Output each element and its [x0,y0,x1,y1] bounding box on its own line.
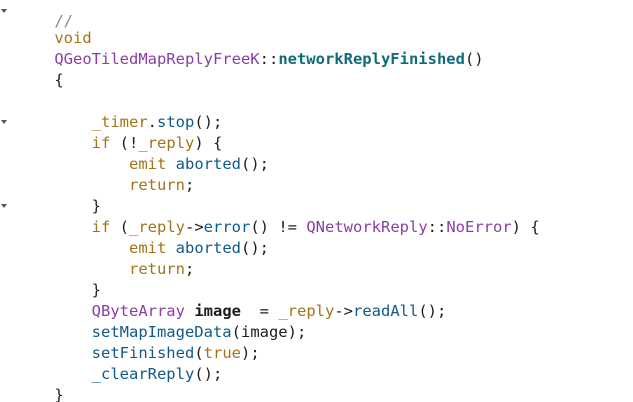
punctuation-token: ) { [511,218,540,236]
code-line[interactable]: _clearReply(); [17,343,223,383]
code-line[interactable]: setMapImageData(image); [17,301,307,341]
code-line[interactable]: emit aborted(); [17,217,269,257]
keyword-token: return [128,260,185,278]
code-line[interactable]: void [17,7,91,47]
code-line[interactable]: return; [17,154,194,194]
code-line[interactable]: return; [17,238,194,278]
punctuation-token: (); [240,239,269,257]
code-line[interactable]: emit aborted(); [17,133,269,173]
class-name-token: QGeoTiledMapReplyFreeK [54,50,260,68]
scope-operator-token: :: [259,50,279,68]
class-name-token: QNetworkReply [306,218,428,236]
fold-toggle-icon[interactable] [1,9,7,13]
punctuation-token: (); [240,155,269,173]
code-line[interactable]: QByteArray image = _reply->readAll(); [17,280,447,320]
function-name-token: networkReplyFinished [278,50,465,68]
punctuation-token: (); [418,302,447,320]
punctuation-token: (); [194,365,223,383]
brace-token: } [54,386,64,402]
code-line[interactable]: } [17,364,63,402]
code-line[interactable]: if (_reply->error() != QNetworkReply::No… [17,196,540,236]
code-line[interactable]: } [17,175,101,215]
fold-toggle-icon[interactable] [1,204,7,208]
code-line[interactable]: setFinished(true); [17,322,260,362]
punctuation-token: () [464,50,484,68]
keyword-token: return [128,176,185,194]
code-line[interactable]: } [17,259,101,299]
punctuation-token: ; [184,176,195,194]
enum-token: NoError [446,218,512,236]
fold-toggle-icon[interactable] [1,120,7,124]
method-token: readAll [353,302,419,320]
punctuation-token: ; [184,260,195,278]
code-line[interactable]: if (!_reply) { [17,112,223,152]
scope-operator-token: :: [427,218,447,236]
code-editor[interactable]: // void QGeoTiledMapReplyFreeK::networkR… [0,0,633,402]
method-token: _clearReply [91,365,195,383]
punctuation-token: ); [240,344,260,362]
brace-token: { [54,71,64,89]
code-line[interactable]: _timer.stop(); [17,91,223,131]
code-line[interactable]: { [17,49,63,89]
code-line[interactable]: QGeoTiledMapReplyFreeK::networkReplyFini… [17,28,483,68]
arrow-operator-token: -> [334,302,353,320]
punctuation-token: ); [287,323,307,341]
